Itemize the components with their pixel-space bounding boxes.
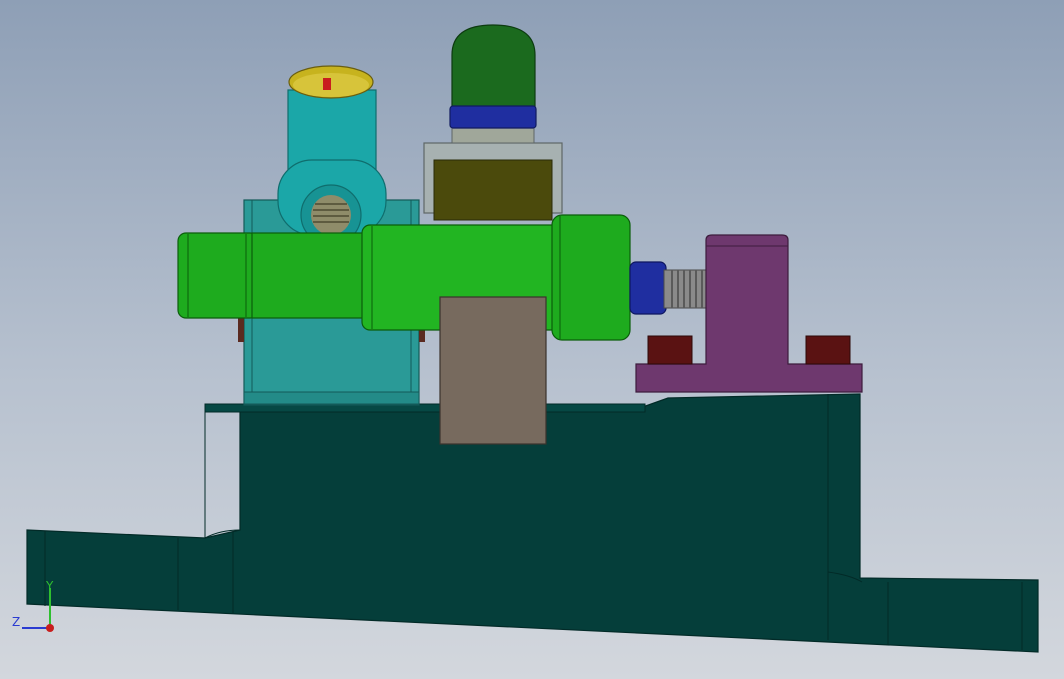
blue-nut[interactable] (629, 261, 711, 315)
y-axis-label: Y (45, 579, 54, 593)
taupe-block[interactable] (439, 296, 547, 445)
z-axis-label: Z (12, 615, 20, 629)
fixture-assembly-model[interactable] (0, 0, 1064, 679)
purple-clamp[interactable] (635, 234, 863, 393)
dark-green-knob[interactable] (449, 24, 537, 129)
view-triad: Y Z (12, 579, 54, 632)
teal-cylinder[interactable] (277, 65, 387, 246)
gray-bracket[interactable] (423, 127, 563, 221)
origin-dot (46, 624, 54, 632)
cad-viewport[interactable]: Y Z (0, 0, 1064, 679)
